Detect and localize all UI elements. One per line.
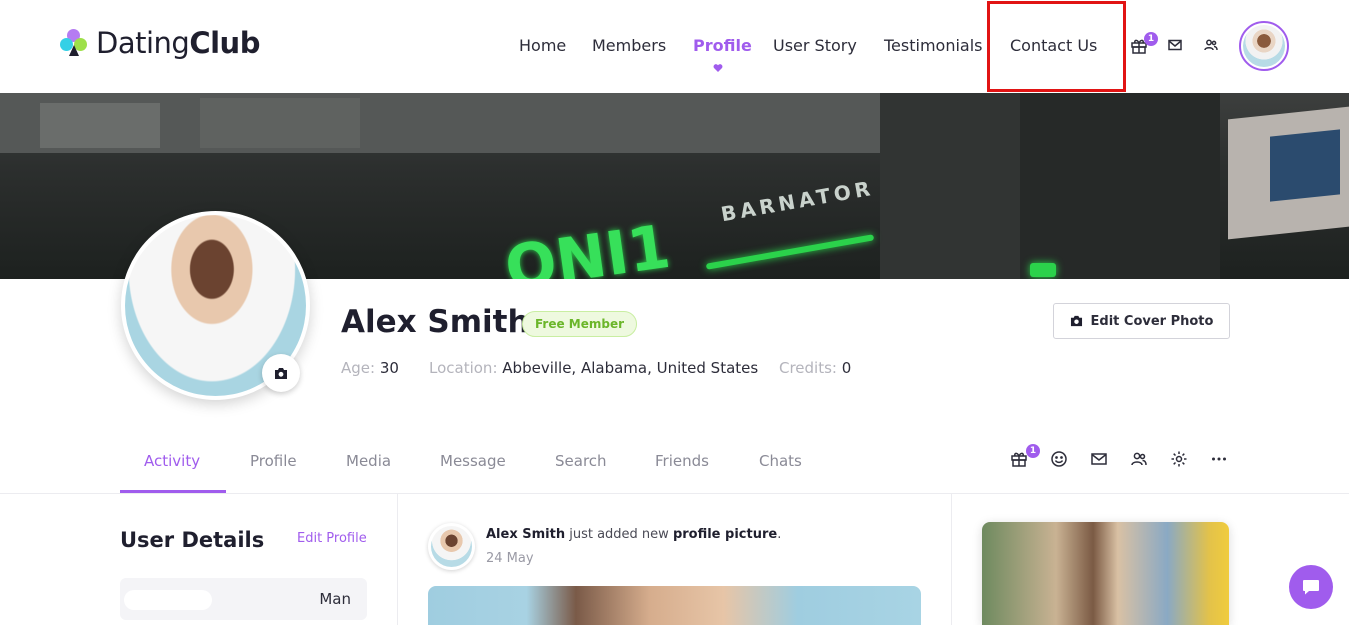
users-icon[interactable] bbox=[1130, 450, 1148, 468]
gender-value: Man bbox=[319, 590, 351, 608]
tab-profile[interactable]: Profile bbox=[250, 452, 297, 470]
nav-members[interactable]: Members bbox=[592, 36, 666, 55]
users-icon[interactable] bbox=[1203, 37, 1221, 55]
highlight-box bbox=[987, 1, 1126, 92]
camera-icon bbox=[1070, 315, 1083, 327]
profile-name: Alex Smith bbox=[341, 304, 530, 340]
activity-text: Alex Smith just added new profile pictur… bbox=[486, 527, 782, 542]
chat-button[interactable] bbox=[1289, 565, 1333, 609]
tab-message[interactable]: Message bbox=[440, 452, 506, 470]
edit-cover-photo-button[interactable]: Edit Cover Photo bbox=[1053, 303, 1230, 339]
gift-badge: 1 bbox=[1144, 32, 1158, 46]
column-divider bbox=[951, 494, 952, 625]
user-avatar[interactable] bbox=[1239, 21, 1289, 71]
location-info: Location: Abbeville, Alabama, United Sta… bbox=[429, 359, 759, 377]
user-details-title: User Details bbox=[120, 528, 265, 552]
smile-icon[interactable] bbox=[1050, 450, 1068, 468]
column-divider bbox=[397, 494, 398, 625]
gift-badge: 1 bbox=[1026, 444, 1040, 458]
tab-media[interactable]: Media bbox=[346, 452, 391, 470]
settings-icon[interactable] bbox=[1170, 450, 1188, 468]
more-icon[interactable] bbox=[1210, 450, 1228, 468]
edit-cover-label: Edit Cover Photo bbox=[1090, 313, 1214, 329]
camera-icon bbox=[274, 367, 288, 380]
member-card-image[interactable] bbox=[982, 522, 1229, 625]
edit-profile-link[interactable]: Edit Profile bbox=[297, 531, 367, 546]
nav-user-story[interactable]: User Story bbox=[773, 36, 857, 55]
tabs-divider bbox=[0, 493, 1349, 494]
logo-text: DatingClub bbox=[96, 26, 260, 60]
tab-chats[interactable]: Chats bbox=[759, 452, 802, 470]
mail-icon[interactable] bbox=[1090, 450, 1108, 468]
heart-icon bbox=[713, 63, 723, 73]
activity-date: 24 May bbox=[486, 551, 534, 566]
tab-activity[interactable]: Activity bbox=[144, 452, 200, 470]
activity-avatar[interactable] bbox=[428, 523, 475, 570]
nav-testimonials[interactable]: Testimonials bbox=[884, 36, 983, 55]
activity-image[interactable] bbox=[428, 586, 921, 625]
tab-search[interactable]: Search bbox=[555, 452, 607, 470]
nav-profile[interactable]: Profile bbox=[693, 36, 752, 55]
credits-info: Credits: 0 bbox=[779, 359, 852, 377]
membership-badge: Free Member bbox=[522, 311, 638, 337]
change-photo-button[interactable] bbox=[262, 354, 300, 392]
nav-home[interactable]: Home bbox=[519, 36, 566, 55]
site-header: DatingClub Home Members Profile User Sto… bbox=[0, 0, 1349, 93]
mail-icon[interactable] bbox=[1167, 37, 1185, 55]
gender-row: Man bbox=[120, 578, 367, 620]
logo[interactable]: DatingClub bbox=[60, 26, 260, 60]
logo-icon bbox=[60, 28, 88, 58]
age-info: Age: 30 bbox=[341, 359, 399, 377]
chat-icon bbox=[1300, 576, 1322, 598]
tab-friends[interactable]: Friends bbox=[655, 452, 709, 470]
